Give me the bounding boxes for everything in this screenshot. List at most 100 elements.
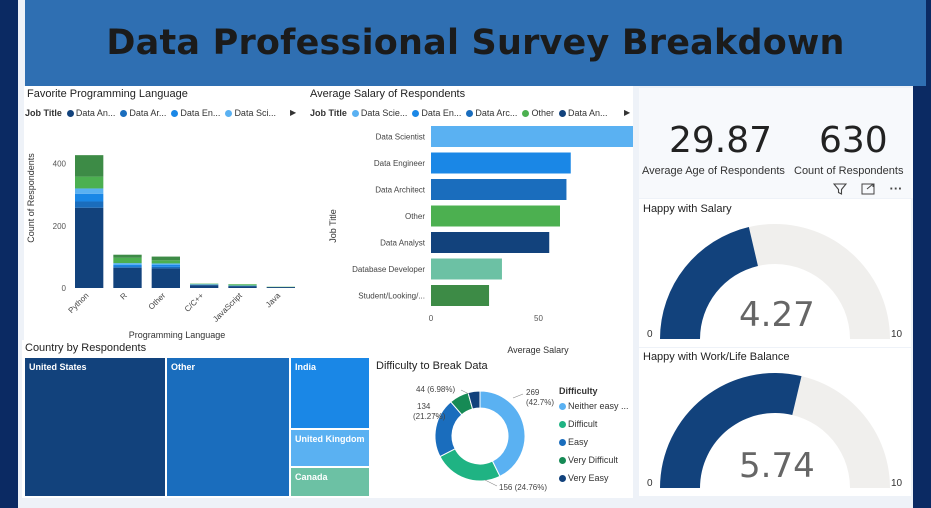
y-tick-label: 400 — [53, 160, 67, 169]
y-tick-label: Data Architect — [375, 186, 426, 195]
x-tick-label: R — [118, 291, 129, 302]
bar-segment — [151, 264, 180, 267]
bar-segment — [151, 263, 180, 265]
data-label: 134 — [417, 402, 431, 411]
y-axis-title: Job Title — [328, 209, 338, 243]
tile-label: Other — [171, 362, 196, 372]
y-tick-label: Other — [405, 212, 425, 221]
leader-line — [484, 479, 498, 487]
legend-swatch — [559, 421, 566, 429]
more-options-icon[interactable]: ··· — [887, 181, 905, 196]
difficulty-donut-panel[interactable]: Difficulty to Break Data 269 (42.7%) 156 (… — [373, 356, 633, 498]
treemap-tile-united-kingdom[interactable]: United Kingdom — [290, 429, 370, 467]
legend-swatch — [559, 439, 566, 447]
treemap-tile-united-states[interactable]: United States — [24, 357, 166, 497]
treemap-tile-india[interactable]: India — [290, 357, 370, 429]
salary-chart-title: Average Salary of Respondents — [310, 88, 466, 100]
bar-segment — [151, 260, 180, 264]
bar — [431, 258, 502, 280]
y-tick-label: Data Engineer — [374, 159, 425, 168]
respondent-count-label: Count of Respondents — [794, 165, 904, 177]
bar-segment — [190, 283, 219, 285]
bar — [431, 179, 567, 200]
donut-slice — [439, 448, 501, 482]
filter-icon[interactable] — [831, 182, 849, 196]
legend-item-label: Difficult — [568, 419, 598, 429]
bar — [431, 126, 633, 147]
legend-title: Difficulty — [559, 386, 598, 396]
data-label: 269 — [526, 388, 540, 397]
gauge-min: 0 — [647, 329, 653, 340]
country-treemap-title: Country by Respondents — [25, 342, 147, 354]
bar-segment — [113, 267, 142, 288]
tile-label: India — [295, 362, 317, 372]
page-title: Data Professional Survey Breakdown — [106, 23, 845, 63]
y-tick-label: 0 — [62, 284, 67, 293]
x-axis-title: Average Salary — [507, 345, 569, 355]
tile-label: United Kingdom — [295, 434, 365, 444]
legend-item-label: Easy — [568, 437, 589, 447]
y-axis-title: Count of Respondents — [26, 153, 36, 243]
focus-mode-icon[interactable] — [859, 182, 877, 196]
average-age-value: 29.87 — [669, 120, 773, 161]
legend-swatch — [559, 457, 566, 465]
worklife-gauge-panel[interactable]: Happy with Work/Life Balance 5.74 0 10 — [639, 348, 911, 496]
x-tick-label: Java — [264, 291, 283, 310]
bar-segment — [113, 264, 142, 267]
legend-item-label: Very Difficult — [568, 455, 618, 465]
legend-item[interactable]: Neither easy ... — [559, 401, 629, 411]
respondent-count-value: 630 — [819, 120, 888, 161]
bar-segment — [75, 188, 104, 194]
legend-swatch — [559, 403, 566, 411]
title-banner: Data Professional Survey Breakdown — [25, 0, 926, 86]
bar — [431, 285, 490, 306]
x-tick-label: Other — [147, 291, 168, 312]
data-label: 156 (24.76%) — [499, 483, 547, 492]
salary-bar-chart: Data Scientist Data Engineer Data Architec… — [328, 126, 633, 355]
y-tick-label: 200 — [53, 222, 67, 231]
x-tick-label: JavaScript — [211, 291, 244, 324]
gauge-value: 5.74 — [739, 446, 815, 486]
average-age-label: Average Age of Respondents — [642, 165, 785, 177]
legend-swatch — [559, 475, 566, 483]
bar-segment — [113, 266, 142, 268]
filter-icon-graphic — [833, 183, 847, 195]
legend-item[interactable]: Easy — [559, 437, 629, 447]
bar-segment — [75, 155, 104, 177]
y-tick-label: Student/Looking/... — [358, 292, 425, 301]
bar-segment — [190, 285, 219, 288]
dashboard: Data Professional Survey Breakdown Favor… — [18, 0, 926, 508]
legend-item[interactable]: Difficult — [559, 419, 629, 429]
bar — [431, 232, 550, 253]
bar-segment — [75, 207, 104, 288]
legend-item[interactable]: Very Difficult — [559, 455, 629, 465]
tile-label: United States — [29, 362, 87, 372]
salary-gauge-panel[interactable]: Happy with Salary 4.27 0 10 — [639, 199, 911, 347]
language-chart-panel[interactable]: Favorite Programming Language Job Title … — [24, 86, 306, 340]
gauge-value: 4.27 — [739, 295, 815, 335]
legend-item[interactable]: Very Easy — [559, 473, 629, 483]
data-label: (42.7%) — [526, 398, 554, 407]
bar-segment — [75, 176, 104, 189]
tile-label: Canada — [295, 472, 328, 482]
bar-segment — [228, 284, 257, 286]
salary-chart-panel[interactable]: Average Salary of Respondents Job Title … — [306, 86, 633, 356]
gauge-max: 10 — [891, 329, 903, 340]
bar-segment — [75, 193, 104, 202]
treemap-tile-canada[interactable]: Canada — [290, 467, 370, 497]
data-label: 44 (6.98%) — [416, 385, 455, 394]
bar-segment — [113, 257, 142, 264]
focus-mode-icon-graphic — [861, 183, 875, 195]
bar — [431, 205, 560, 227]
bar-segment — [228, 286, 257, 288]
bar-segment — [151, 268, 180, 288]
bar-segment — [151, 266, 180, 269]
gauge-min: 0 — [647, 478, 653, 489]
bar — [431, 152, 571, 174]
bar-segment — [113, 263, 142, 265]
bar-segment — [266, 287, 295, 288]
data-label: (21.27%) — [413, 412, 446, 421]
treemap-tile-other[interactable]: Other — [166, 357, 290, 497]
country-treemap-panel[interactable]: Country by Respondents United States Oth… — [22, 340, 373, 498]
y-tick-label: Data Scientist — [376, 133, 426, 142]
